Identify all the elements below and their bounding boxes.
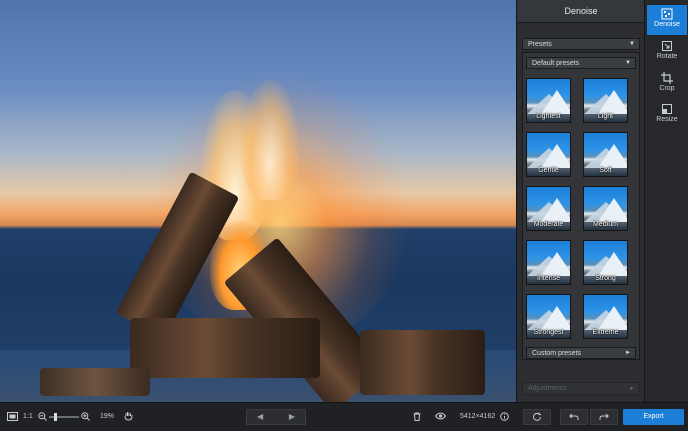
- trash-icon[interactable]: [413, 403, 421, 431]
- chevron-down-icon: ▼: [625, 60, 631, 66]
- adjustments-label: Adjustments: [528, 385, 567, 392]
- presets-dropdown-label: Presets: [528, 41, 552, 48]
- tool-resize[interactable]: Resize: [647, 100, 687, 130]
- panel-title: Denoise: [517, 0, 645, 23]
- preset-label: Gentle: [538, 167, 559, 174]
- export-button[interactable]: Export: [623, 409, 684, 425]
- refresh-icon: [533, 412, 541, 421]
- tool-label: Rotate: [656, 53, 678, 60]
- nav-group: ◀ ▶: [246, 409, 306, 425]
- preset-label: Medium: [593, 221, 618, 228]
- reset-button[interactable]: [523, 409, 551, 425]
- tool-rotate[interactable]: Rotate: [647, 37, 687, 67]
- chevron-right-icon: ►: [629, 386, 635, 392]
- custom-presets-label: Custom presets: [532, 350, 582, 357]
- preset-thumbnail[interactable]: Soft: [583, 132, 628, 177]
- info-icon[interactable]: [500, 403, 509, 431]
- rotate-icon: [662, 41, 672, 51]
- undo-button[interactable]: [560, 409, 588, 425]
- resize-icon: [662, 104, 672, 114]
- tool-label: Crop: [659, 85, 675, 92]
- preset-thumbnail[interactable]: Lightest: [526, 78, 571, 123]
- crop-icon: [661, 72, 673, 84]
- bottom-toolbar: 1:1 19% ◀ ▶ 5412×4162 Export: [0, 402, 688, 431]
- preset-thumbnail[interactable]: Medium: [583, 186, 628, 231]
- default-presets-dropdown[interactable]: Default presets ▼: [526, 57, 636, 69]
- log: [130, 318, 320, 378]
- default-presets-label: Default presets: [532, 60, 580, 67]
- preset-label: Light: [597, 113, 614, 120]
- redo-button[interactable]: [590, 409, 618, 425]
- hand-icon[interactable]: [124, 403, 133, 431]
- log: [360, 330, 485, 395]
- zoom-out-icon[interactable]: [38, 403, 47, 431]
- image-canvas[interactable]: [0, 0, 516, 402]
- preset-thumbnail[interactable]: Moderate: [526, 186, 571, 231]
- tool-crop[interactable]: Crop: [647, 69, 687, 99]
- preset-thumbnail[interactable]: Extreme: [583, 294, 628, 339]
- eye-icon[interactable]: [434, 403, 447, 431]
- presets-dropdown[interactable]: Presets ▼: [522, 38, 640, 50]
- preset-label: Soft: [599, 167, 612, 174]
- log: [40, 368, 150, 396]
- preset-label: Strong: [595, 275, 616, 282]
- denoise-icon: [661, 8, 673, 20]
- preset-label: Strongest: [533, 329, 564, 336]
- preset-label: Moderate: [533, 221, 564, 228]
- tool-label: Denoise: [654, 21, 680, 28]
- chevron-right-icon: ►: [625, 350, 631, 356]
- adjustments-section[interactable]: Adjustments ►: [522, 382, 640, 395]
- preset-thumbnail[interactable]: Intense: [526, 240, 571, 285]
- undo-icon: [569, 413, 579, 420]
- zoom-percent: 19%: [100, 413, 115, 420]
- next-arrow-icon[interactable]: ▶: [289, 412, 295, 421]
- redo-icon: [599, 413, 609, 420]
- preset-thumbnail[interactable]: Strong: [583, 240, 628, 285]
- preset-label: Intense: [537, 275, 560, 282]
- zoom-slider[interactable]: [49, 403, 79, 431]
- flame: [240, 80, 300, 200]
- chevron-down-icon: ▼: [629, 41, 635, 47]
- custom-presets-dropdown[interactable]: Custom presets ►: [526, 347, 636, 359]
- preset-thumbnail[interactable]: Strongest: [526, 294, 571, 339]
- tools-sidebar: Denoise Rotate Crop Resize: [644, 0, 688, 402]
- actual-size-button[interactable]: 1:1: [23, 403, 33, 431]
- tool-label: Resize: [656, 116, 678, 123]
- preset-thumbnail[interactable]: Gentle: [526, 132, 571, 177]
- tool-denoise[interactable]: Denoise: [647, 5, 687, 35]
- image-dimensions: 5412×4162: [460, 413, 496, 420]
- prev-arrow-icon[interactable]: ◀: [257, 412, 263, 421]
- fit-screen-icon[interactable]: [7, 403, 18, 431]
- preset-label: Extreme: [592, 329, 619, 336]
- zoom-in-icon[interactable]: [81, 403, 90, 431]
- preset-thumbnail[interactable]: Light: [583, 78, 628, 123]
- preset-label: Lightest: [536, 113, 561, 120]
